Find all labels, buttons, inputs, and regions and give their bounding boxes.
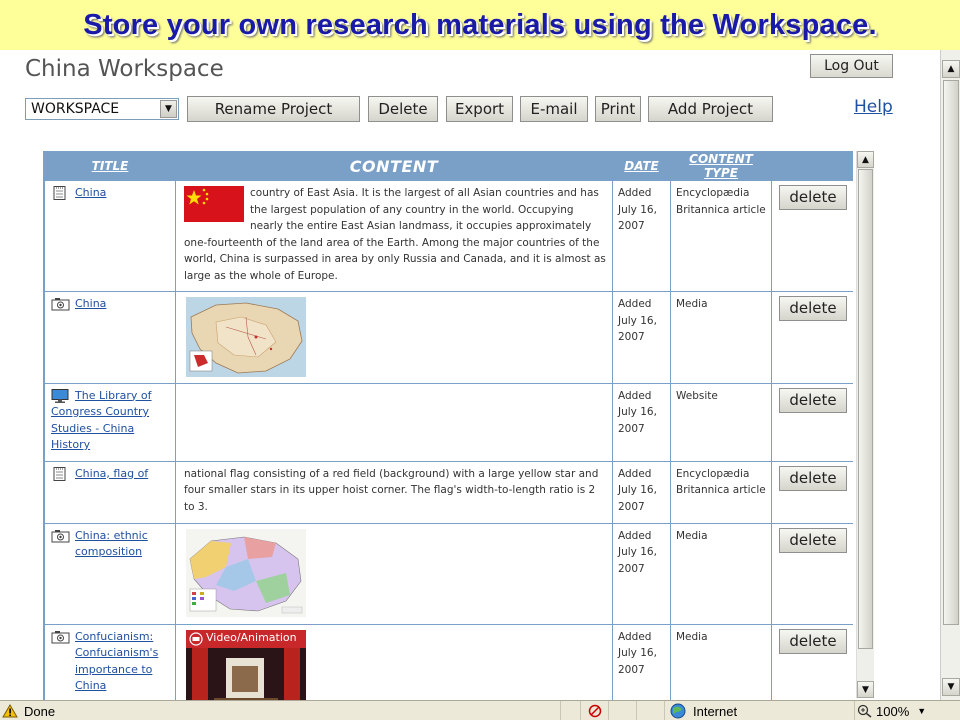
zoom-icon [857, 704, 872, 718]
row-content-text: national flag consisting of a red field … [175, 460, 613, 524]
status-zone-text: Internet [693, 703, 738, 719]
export-button[interactable]: Export [446, 96, 513, 122]
row-date: Added July 16, 2007 [612, 460, 671, 524]
slide-banner: Store your own research materials using … [0, 0, 960, 50]
china-flag-thumbnail[interactable] [184, 186, 244, 222]
logout-button[interactable]: Log Out [810, 54, 893, 78]
workspace-app: China Workspace Log Out WORKSPACE ▼ Rena… [0, 50, 940, 700]
row-title-link[interactable]: Confucianism: Confucianism's importance … [75, 629, 171, 695]
zoom-control[interactable]: 100% ▼ [854, 701, 934, 720]
workspace-select-value: WORKSPACE [31, 101, 120, 117]
china-map-thumbnail[interactable] [186, 297, 306, 377]
grid-scrollbar[interactable]: ▲ ▼ [856, 151, 874, 698]
column-header-content-type[interactable]: CONTENT TYPE [670, 151, 772, 181]
delete-row-button[interactable]: delete [779, 465, 847, 491]
scroll-down-icon[interactable]: ▼ [857, 681, 874, 698]
browser-scroll-thumb[interactable] [943, 80, 959, 625]
camera-icon [51, 630, 70, 643]
row-title-link[interactable]: China [75, 185, 106, 202]
row-date: Added July 16, 2007 [612, 291, 671, 384]
scroll-down-icon[interactable]: ▼ [942, 678, 960, 696]
table-row: China Added July 16, 2007 Media delete [44, 291, 853, 384]
row-content-type: Media [670, 291, 772, 384]
row-title-link[interactable]: China [75, 296, 106, 313]
video-thumbnail[interactable]: Video/Animation [186, 629, 306, 700]
banner-title: Store your own research materials using … [83, 8, 877, 41]
status-empty-cell [608, 701, 636, 720]
row-content-type: Website [670, 382, 772, 462]
workspace-grid: TITLE CONTENT DATE CONTENT TYPE China co… [43, 151, 853, 700]
chevron-down-icon[interactable]: ▼ [160, 100, 177, 118]
column-header-action [771, 151, 853, 181]
grid-scroll-thumb[interactable] [858, 169, 873, 649]
scroll-up-icon[interactable]: ▲ [942, 60, 960, 78]
status-done: Done [2, 701, 562, 720]
row-content-empty [175, 382, 613, 462]
table-row: China: ethnic composition Added July 16,… [44, 522, 853, 625]
privacy-blocked-icon [588, 704, 601, 718]
browser-scrollbar[interactable]: ▲ ▼ [940, 50, 960, 700]
row-date: Added July 16, 2007 [612, 382, 671, 462]
workspace-select[interactable]: WORKSPACE ▼ [25, 98, 179, 120]
email-button[interactable]: E-mail [520, 96, 588, 122]
status-empty-cell [636, 701, 664, 720]
video-label-text: Video/Animation [206, 631, 297, 645]
delete-row-button[interactable]: delete [779, 296, 847, 321]
status-privacy[interactable] [580, 701, 608, 720]
row-title-link[interactable]: China: ethnic composition [75, 528, 171, 561]
row-content-type: Media [670, 623, 772, 700]
print-button[interactable]: Print [595, 96, 641, 122]
delete-row-button[interactable]: delete [779, 387, 847, 413]
row-date: Added July 16, 2007 [612, 522, 671, 625]
camera-icon [51, 529, 70, 542]
column-header-date[interactable]: DATE [612, 151, 671, 181]
monitor-icon [51, 388, 69, 403]
row-date: Added July 16, 2007 [612, 623, 671, 700]
scroll-up-icon[interactable]: ▲ [857, 151, 874, 168]
zoom-value: 100% [876, 703, 910, 719]
row-title-link[interactable]: China, flag of [75, 466, 148, 483]
column-header-content: CONTENT [175, 151, 613, 181]
delete-row-button[interactable]: delete [779, 527, 847, 553]
camera-icon [51, 298, 70, 311]
row-content-type: Encyclopædia Britannica article [670, 460, 772, 524]
status-empty-cell [560, 701, 580, 720]
rename-project-button[interactable]: Rename Project [187, 96, 360, 122]
table-row: China, flag of national flag consisting … [44, 460, 853, 524]
delete-row-button[interactable]: delete [779, 185, 847, 210]
table-row: Confucianism: Confucianism's importance … [44, 623, 853, 700]
stage-scene-image [186, 647, 306, 700]
status-zone: Internet [664, 701, 854, 720]
delete-project-button[interactable]: Delete [368, 96, 438, 122]
row-content-type: Encyclopædia Britannica article [670, 180, 772, 292]
add-project-button[interactable]: Add Project [648, 96, 773, 122]
article-icon [53, 466, 66, 481]
globe-icon [670, 703, 686, 719]
video-label: Video/Animation [186, 629, 306, 648]
page-title: China Workspace [25, 56, 224, 82]
column-header-title[interactable]: TITLE [44, 151, 176, 181]
table-row: The Library of Congress Country Studies … [44, 382, 853, 462]
row-content-text: country of East Asia. It is the largest … [184, 187, 606, 282]
delete-row-button[interactable]: delete [779, 628, 847, 654]
status-done-text: Done [24, 703, 56, 719]
ethnic-map-thumbnail[interactable] [186, 528, 306, 617]
star-icon [186, 188, 209, 205]
chevron-down-icon[interactable]: ▼ [917, 706, 926, 716]
table-row: China country of East Asia. It is the la… [44, 180, 853, 292]
browser-status-bar: Done Internet 100% ▼ [0, 700, 960, 720]
film-reel-icon [189, 631, 203, 646]
warning-icon [2, 704, 18, 718]
article-icon [53, 186, 66, 200]
row-content-type: Media [670, 522, 772, 625]
row-date: Added July 16, 2007 [612, 180, 671, 292]
help-link[interactable]: Help [854, 97, 893, 117]
